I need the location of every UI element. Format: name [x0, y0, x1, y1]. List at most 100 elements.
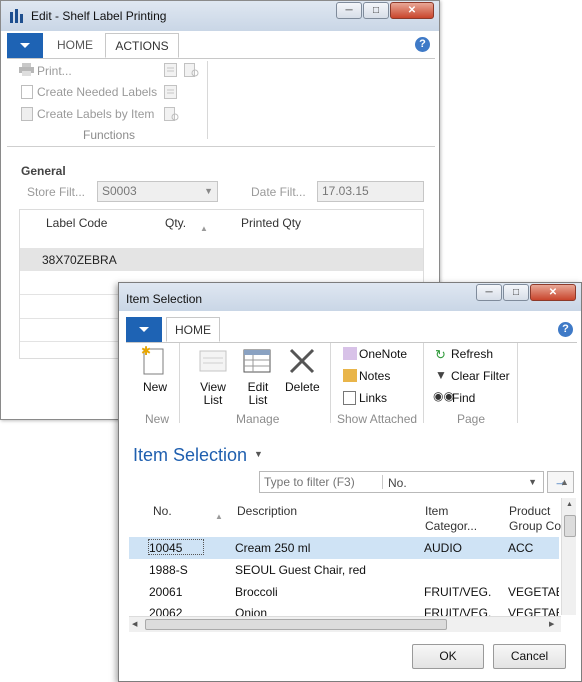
minimize-button[interactable]: ─: [336, 2, 362, 19]
item-no-cell: 10045: [149, 541, 183, 555]
column-header-printed-qty[interactable]: Printed Qty: [241, 216, 301, 230]
scroll-up-icon[interactable]: ▲: [566, 501, 573, 508]
scrollbar-thumb[interactable]: [145, 619, 447, 630]
document-icon: [21, 85, 33, 99]
edit-list-button[interactable]: Edit List: [245, 381, 271, 407]
close-button[interactable]: ✕: [530, 284, 576, 301]
store-filter-value: S0003: [102, 184, 137, 198]
filter-input[interactable]: [264, 474, 376, 490]
create-needed-labels-action[interactable]: Create Needed Labels: [37, 85, 157, 99]
clear-filter-button[interactable]: Clear Filter: [451, 369, 510, 383]
scroll-left-icon[interactable]: ◀: [132, 620, 137, 628]
filter-divider: [382, 475, 383, 489]
tab-actions[interactable]: ACTIONS: [105, 33, 179, 58]
new-document-icon[interactable]: ✱: [141, 344, 167, 375]
onenote-button[interactable]: OneNote: [359, 347, 407, 361]
column-header-no[interactable]: No.: [153, 504, 172, 518]
ribbon-tabs: HOME ?: [126, 317, 577, 343]
window-title: Edit - Shelf Label Printing: [31, 9, 167, 23]
table-row[interactable]: 1988-S SEOUL Guest Chair, red: [129, 559, 559, 581]
general-heading: General: [21, 164, 66, 178]
app-menu-button[interactable]: [7, 33, 43, 58]
svg-text:✱: ✱: [141, 345, 151, 358]
item-selection-window: Item Selection ─ □ ✕ HOME ? ✱ New New Vi…: [118, 282, 582, 682]
title-bar[interactable]: Edit - Shelf Label Printing ─ □ ✕: [1, 1, 439, 31]
collapse-chevron-icon[interactable]: ▲: [560, 477, 569, 487]
print-action[interactable]: Print...: [37, 64, 72, 78]
column-header-qty[interactable]: Qty.: [165, 216, 186, 230]
item-grid: No. ▲ Description Item Categor... Produc…: [129, 498, 576, 628]
app-menu-button[interactable]: [126, 317, 162, 342]
refresh-button[interactable]: Refresh: [451, 347, 493, 361]
links-button[interactable]: Links: [359, 391, 387, 405]
item-no-cell: 1988-S: [149, 563, 188, 577]
date-filter-value: 17.03.15: [322, 184, 369, 198]
functions-group-label: Functions: [83, 128, 136, 142]
clear-filter-icon: ▼: [435, 368, 447, 382]
app-logo-icon: [10, 9, 23, 23]
scroll-right-icon[interactable]: ▶: [549, 620, 554, 628]
product-group-cell: ACC: [508, 541, 534, 555]
delete-button[interactable]: Delete: [285, 381, 320, 394]
create-labels-by-item-action[interactable]: Create Labels by Item: [37, 107, 154, 121]
ribbon-separator: [517, 343, 518, 423]
print-preview-icon[interactable]: [184, 63, 199, 77]
view-list-button[interactable]: View List: [200, 381, 226, 407]
refresh-icon: ↻: [435, 347, 446, 362]
find-button[interactable]: Find: [452, 391, 475, 405]
maximize-button[interactable]: □: [503, 284, 529, 301]
page-group-label: Page: [457, 412, 486, 426]
ok-button[interactable]: OK: [412, 644, 484, 669]
chevron-down-icon[interactable]: ▼: [204, 182, 213, 201]
maximize-button[interactable]: □: [363, 2, 389, 19]
ribbon-separator: [179, 343, 180, 423]
item-description-cell: SEOUL Guest Chair, red: [235, 563, 366, 577]
item-category-cell: AUDIO: [424, 541, 463, 555]
product-group-cell: VEGETABL: [508, 585, 559, 599]
print-preview-icon[interactable]: [164, 107, 179, 121]
item-no-cell: 20061: [149, 585, 183, 599]
chevron-down-icon[interactable]: ▼: [528, 477, 537, 487]
manage-group-label: Manage: [236, 412, 280, 426]
new-button[interactable]: New: [143, 381, 167, 394]
edit-list-icon[interactable]: [243, 347, 273, 375]
store-filter-label: Store Filt...: [27, 185, 86, 199]
column-header-label-code[interactable]: Label Code: [46, 216, 107, 230]
table-row[interactable]: 10045 Cream 250 ml AUDIO ACC: [129, 537, 559, 559]
table-row[interactable]: 38X70ZEBRA: [20, 248, 423, 271]
page-title: Item Selection: [133, 445, 248, 465]
item-category-cell: FRUIT/VEG.: [424, 585, 492, 599]
view-list-icon[interactable]: [199, 347, 227, 375]
date-filter-field[interactable]: 17.03.15: [317, 181, 424, 202]
tab-home[interactable]: HOME: [47, 33, 103, 58]
tab-home[interactable]: HOME: [166, 317, 220, 342]
scrollbar-thumb[interactable]: [564, 515, 576, 537]
help-icon[interactable]: ?: [558, 322, 573, 337]
column-header-item-category[interactable]: Item Categor...: [425, 504, 495, 534]
binoculars-icon: ◉◉: [433, 389, 454, 403]
notes-button[interactable]: Notes: [359, 369, 390, 383]
cancel-button[interactable]: Cancel: [493, 644, 566, 669]
chevron-down-icon[interactable]: ▼: [254, 449, 263, 459]
column-header-description[interactable]: Description: [237, 504, 297, 518]
filter-field-select[interactable]: No.: [388, 476, 407, 490]
delete-icon[interactable]: [287, 347, 317, 375]
ribbon-separator: [330, 343, 331, 423]
vertical-scrollbar[interactable]: ▲: [561, 498, 576, 615]
title-bar[interactable]: Item Selection ─ □ ✕: [119, 283, 581, 311]
notes-icon: [343, 369, 357, 382]
table-row[interactable]: 20061 Broccoli FRUIT/VEG. VEGETABL: [129, 581, 559, 603]
report-icon[interactable]: [164, 85, 177, 99]
minimize-button[interactable]: ─: [476, 284, 502, 301]
help-icon[interactable]: ?: [415, 37, 430, 52]
date-filter-label: Date Filt...: [251, 185, 306, 199]
store-filter-field[interactable]: S0003 ▼: [97, 181, 218, 202]
report-icon[interactable]: [164, 63, 177, 77]
onenote-icon: [343, 347, 357, 360]
ribbon-tabs: HOME ACTIONS ?: [7, 33, 435, 59]
ribbon-separator: [207, 61, 208, 139]
sort-ascending-icon: ▲: [215, 512, 223, 521]
close-button[interactable]: ✕: [390, 2, 434, 19]
horizontal-scrollbar[interactable]: ◀ ▶: [129, 616, 561, 632]
new-group-label: New: [145, 412, 170, 426]
